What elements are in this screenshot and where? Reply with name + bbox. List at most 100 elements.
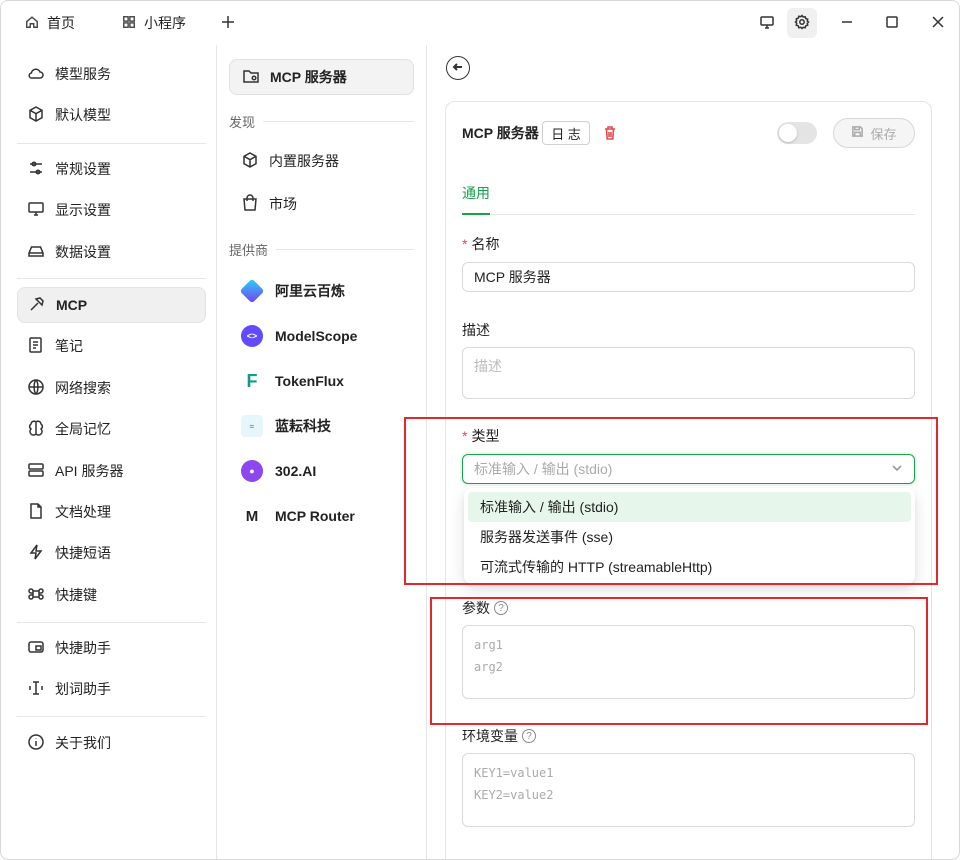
sidebar-item-label: 全局记忆 — [55, 421, 111, 437]
description-label: 描述 — [462, 322, 490, 338]
log-button[interactable]: 日 志 — [542, 121, 590, 145]
env-label-text: 环境变量 — [462, 728, 518, 744]
tab-general[interactable]: 通用 — [462, 183, 490, 215]
provider-302ai[interactable]: ● 302.AI — [229, 453, 414, 489]
help-icon[interactable]: ? — [522, 729, 536, 743]
env-placeholder-line: KEY2=value2 — [474, 788, 554, 802]
minimize-button[interactable] — [832, 8, 862, 38]
provider-modelscope[interactable]: <> ModelScope — [229, 318, 414, 354]
aliyun-logo-icon — [239, 278, 265, 304]
document-icon — [27, 502, 45, 523]
name-label-text: 名称 — [471, 236, 500, 252]
note-icon — [27, 336, 45, 357]
sidebar-item-label: 快捷助手 — [55, 640, 111, 656]
sidebar-item-label: 模型服务 — [55, 66, 111, 82]
type-option-stdio[interactable]: 标准输入 / 输出 (stdio) — [468, 492, 911, 522]
env-label: 环境变量 ? — [462, 726, 536, 746]
type-option-sse[interactable]: 服务器发送事件 (sse) — [468, 522, 911, 552]
type-option-streamable-http[interactable]: 可流式传输的 HTTP (streamableHttp) — [468, 552, 911, 582]
provider-mcp-router[interactable]: M MCP Router — [229, 498, 414, 534]
sidebar-item-notes[interactable]: 笔记 — [17, 328, 206, 364]
discover-section-header: 发现 — [229, 112, 414, 131]
hammer-icon — [28, 295, 46, 316]
back-button[interactable] — [446, 56, 470, 80]
toggle-knob — [779, 124, 797, 142]
discover-section-label: 发现 — [229, 115, 256, 130]
save-icon — [851, 125, 864, 141]
trash-icon — [602, 126, 618, 144]
close-icon — [930, 14, 946, 33]
chevron-down-icon — [891, 461, 903, 477]
sidebar-item-api-server[interactable]: API 服务器 — [17, 453, 206, 489]
provider-lanyun[interactable]: ≈ 蓝耘科技 — [229, 408, 414, 444]
cloud-icon — [27, 64, 45, 85]
tab-miniapps-label: 小程序 — [144, 15, 186, 31]
args-input[interactable]: arg1 arg2 — [462, 625, 915, 699]
folder-gear-icon — [242, 67, 260, 88]
sidebar-item-label: 默认模型 — [55, 107, 111, 123]
delete-button[interactable] — [602, 125, 618, 141]
required-mark: * — [462, 236, 468, 252]
env-input[interactable]: KEY1=value1 KEY2=value2 — [462, 753, 915, 827]
market-item[interactable]: 市场 — [229, 186, 414, 222]
mcp-nav-column: MCP 服务器 发现 内置服务器 市场 提供商 阿里云百炼 <> ModelSc… — [217, 45, 427, 859]
sidebar-item-quick-phrases[interactable]: 快捷短语 — [17, 535, 206, 571]
sidebar-item-documents[interactable]: 文档处理 — [17, 494, 206, 530]
new-tab-button[interactable] — [213, 8, 243, 38]
type-label-text: 类型 — [471, 428, 500, 444]
enable-toggle[interactable] — [777, 122, 817, 144]
sidebar-item-web-search[interactable]: 网络搜索 — [17, 370, 206, 406]
sidebar-item-default-model[interactable]: 默认模型 — [17, 97, 206, 133]
modelscope-logo-icon: <> — [241, 325, 263, 347]
info-icon — [27, 733, 45, 754]
maximize-button[interactable] — [877, 8, 907, 38]
sidebar-item-general[interactable]: 常规设置 — [17, 151, 206, 187]
type-select[interactable]: 标准输入 / 输出 (stdio) — [462, 454, 915, 484]
sidebar-item-data[interactable]: 数据设置 — [17, 234, 206, 270]
provider-aliyun[interactable]: 阿里云百炼 — [229, 273, 414, 309]
provider-label: 蓝耘科技 — [275, 418, 331, 434]
sidebar-item-shortcuts[interactable]: 快捷键 — [17, 577, 206, 613]
text-cursor-icon — [27, 679, 45, 700]
sidebar-item-label: MCP — [56, 297, 88, 313]
command-icon — [27, 585, 45, 606]
mcp-servers-item[interactable]: MCP 服务器 — [229, 59, 414, 95]
close-button[interactable] — [923, 8, 953, 38]
tab-miniapps[interactable]: 小程序 — [122, 11, 186, 35]
description-input[interactable]: 描述 — [462, 347, 915, 399]
maximize-icon — [884, 14, 900, 33]
args-placeholder-line: arg1 — [474, 638, 503, 652]
tab-home[interactable]: 首页 — [25, 11, 75, 35]
save-button[interactable]: 保存 — [833, 118, 915, 148]
provider-label: MCP Router — [275, 508, 355, 524]
sidebar-divider — [17, 278, 206, 279]
monitor-button[interactable] — [752, 8, 782, 38]
sidebar-item-about[interactable]: 关于我们 — [17, 725, 206, 761]
sidebar-item-quick-assistant[interactable]: 快捷助手 — [17, 630, 206, 666]
brain-icon — [27, 419, 45, 440]
sidebar-item-model-service[interactable]: 模型服务 — [17, 56, 206, 92]
args-label-text: 参数 — [462, 600, 490, 616]
env-placeholder-line: KEY1=value1 — [474, 766, 554, 780]
lanyun-logo-icon: ≈ — [241, 415, 263, 437]
grid-icon — [122, 15, 136, 32]
help-icon[interactable]: ? — [494, 601, 508, 615]
sidebar-item-label: 关于我们 — [55, 735, 111, 751]
cube-icon — [27, 105, 45, 126]
monitor-icon — [759, 14, 775, 33]
sidebar-item-selection-assistant[interactable]: 划词助手 — [17, 671, 206, 707]
sidebar-divider — [17, 143, 206, 144]
builtin-servers-item[interactable]: 内置服务器 — [229, 143, 414, 179]
provider-tokenflux[interactable]: F TokenFlux — [229, 363, 414, 399]
server-title: MCP 服务器 — [462, 125, 539, 141]
sidebar-item-mcp[interactable]: MCP — [17, 287, 206, 323]
cube-icon — [241, 151, 259, 172]
args-placeholder-line: arg2 — [474, 660, 503, 674]
settings-button[interactable] — [787, 8, 817, 38]
name-input[interactable]: MCP 服务器 — [462, 262, 915, 292]
plus-icon — [220, 14, 236, 33]
sidebar-item-memory[interactable]: 全局记忆 — [17, 411, 206, 447]
sliders-icon — [27, 159, 45, 180]
sidebar-item-display[interactable]: 显示设置 — [17, 192, 206, 228]
tokenflux-logo-icon: F — [246, 370, 258, 391]
